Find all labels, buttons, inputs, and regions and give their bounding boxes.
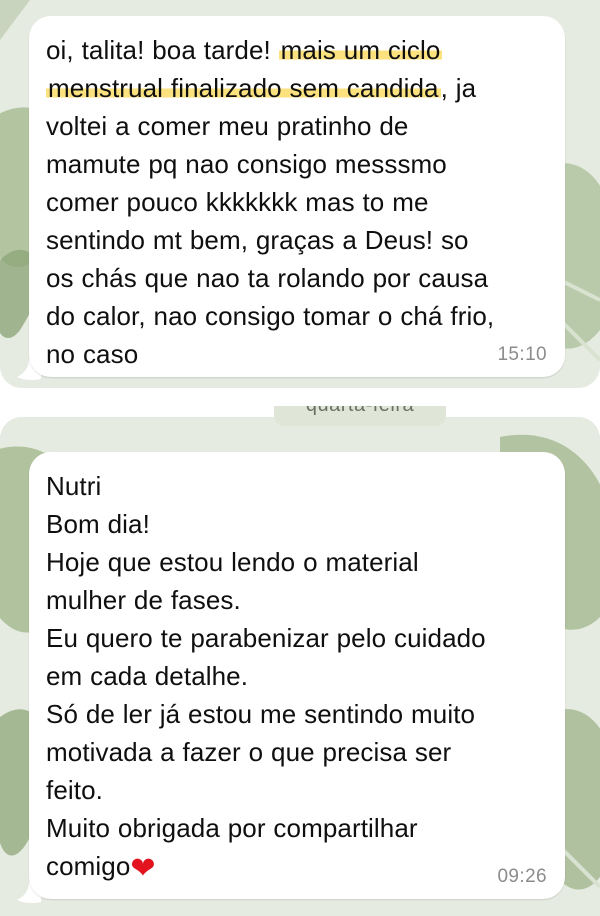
message-line: voltei a comer meu pratinho de: [46, 111, 409, 141]
message-line: comer pouco kkkkkkk mas to me: [46, 187, 429, 217]
message-line: Eu quero te parabenizar pelo cuidado: [46, 623, 486, 653]
message-line: mulher de fases.: [46, 585, 241, 615]
message-line: Hoje que estou lendo o material: [46, 547, 419, 577]
message-line: oi, talita! boa tarde! mais um ciclo: [46, 35, 443, 65]
message-bubble[interactable]: oi, talita! boa tarde! mais um ciclo men…: [29, 16, 565, 377]
message-line: do calor, nao consigo tomar o chá frio,: [46, 301, 495, 331]
chat-screenshot-top: oi, talita! boa tarde! mais um ciclo men…: [0, 0, 600, 388]
message-line: Só de ler já estou me sentindo muito: [46, 699, 476, 729]
message-line: comigo❤: [46, 851, 156, 886]
message-timestamp: 09:26: [497, 866, 547, 887]
message-line: em cada detalhe.: [46, 661, 249, 691]
message-line: no caso: [46, 339, 139, 369]
highlighted-text: mais um ciclo: [278, 35, 443, 65]
message-text: oi, talita! boa tarde! mais um ciclo men…: [46, 31, 546, 373]
message-line: Bom dia!: [46, 509, 150, 539]
message-line: Muito obrigada por compartilhar: [46, 813, 418, 843]
message-line: motivada a fazer o que precisa ser: [46, 737, 452, 767]
heart-emoji-icon: ❤: [130, 851, 156, 886]
message-timestamp: 15:10: [497, 344, 547, 365]
message-line: sentindo mt bem, graças a Deus! so: [46, 225, 469, 255]
message-line: Nutri: [46, 471, 102, 501]
message-bubble[interactable]: Nutri Bom dia! Hoje que estou lendo o ma…: [29, 452, 565, 899]
chat-screenshot-bottom: Nutri Bom dia! Hoje que estou lendo o ma…: [0, 417, 600, 916]
date-separator: quarta-feira: [274, 406, 446, 426]
message-line: feito.: [46, 775, 103, 805]
highlighted-text: menstrual finalizado sem candida: [46, 73, 441, 103]
message-text: Nutri Bom dia! Hoje que estou lendo o ma…: [46, 467, 546, 885]
message-line: mamute pq nao consigo messsmo: [46, 149, 447, 179]
message-line: os chás que nao ta rolando por causa: [46, 263, 489, 293]
message-line: menstrual finalizado sem candida, ja: [46, 73, 477, 103]
